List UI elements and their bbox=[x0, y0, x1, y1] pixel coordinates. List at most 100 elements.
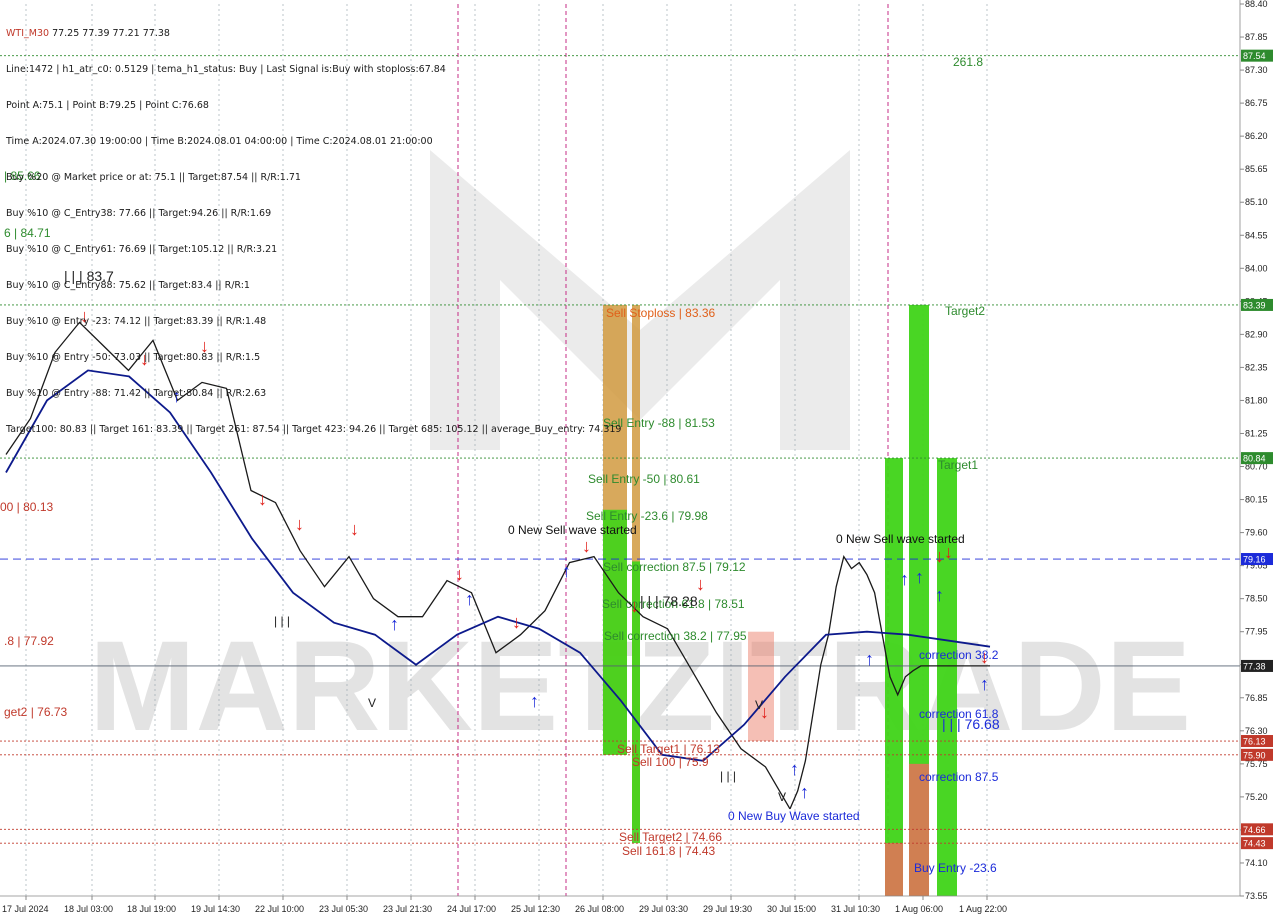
annotation-label: 0 New Sell wave started bbox=[508, 523, 637, 537]
annotation-label: Sell Entry -50 | 80.61 bbox=[588, 472, 700, 486]
buy-signal-arrow: ↑ bbox=[800, 782, 809, 802]
price-badge-label: 87.54 bbox=[1243, 51, 1266, 61]
price-badge-label: 74.43 bbox=[1243, 839, 1266, 849]
y-tick-label: 81.25 bbox=[1245, 428, 1268, 438]
x-tick-label: 1 Aug 06:00 bbox=[895, 904, 943, 914]
y-tick-label: 87.30 bbox=[1245, 65, 1268, 75]
annotation-label: Buy Entry -23.6 bbox=[914, 861, 997, 875]
x-tick-label: 19 Jul 14:30 bbox=[191, 904, 240, 914]
y-tick-label: 73.55 bbox=[1245, 891, 1268, 901]
y-tick-label: 82.35 bbox=[1245, 362, 1268, 372]
annotation-label: correction 87.5 bbox=[919, 770, 999, 784]
info-line: Point A:75.1 | Point B:79.25 | Point C:7… bbox=[6, 100, 209, 111]
sell-correction-zone bbox=[748, 631, 774, 742]
annotation-label: Sell Stoploss | 83.36 bbox=[606, 306, 716, 320]
y-tick-label: 88.40 bbox=[1245, 0, 1268, 9]
info-line: Line:1472 | h1_atr_c0: 0.5129 | tema_h1_… bbox=[6, 64, 446, 75]
x-tick-label: 18 Jul 03:00 bbox=[64, 904, 113, 914]
x-tick-label: 22 Jul 10:00 bbox=[255, 904, 304, 914]
sell-signal-arrow: ↓ bbox=[630, 596, 639, 616]
y-tick-label: 74.10 bbox=[1245, 858, 1268, 868]
y-tick-label: 87.85 bbox=[1245, 32, 1268, 42]
x-tick-label: 25 Jul 12:30 bbox=[511, 904, 560, 914]
y-tick-label: 79.60 bbox=[1245, 528, 1268, 538]
sell-signal-arrow: ↓ bbox=[258, 489, 267, 509]
annotation-label: 0 New Buy Wave started bbox=[728, 809, 860, 823]
sell-signal-arrow: ↓ bbox=[980, 647, 989, 667]
info-line: Buy %10 @ Entry -23: 74.12 || Target:83.… bbox=[6, 316, 267, 327]
y-tick-label: 86.20 bbox=[1245, 131, 1268, 141]
buy-signal-arrow: ↑ bbox=[900, 569, 909, 589]
info-line: Buy %10 @ C_Entry61: 76.69 || Target:105… bbox=[6, 244, 278, 255]
price-badge-label: 77.38 bbox=[1243, 661, 1266, 671]
info-line: Buy %10 @ Entry -88: 71.42 || Target:80.… bbox=[6, 388, 267, 399]
annotation-label: Sell correction 38.2 | 77.95 bbox=[604, 629, 747, 643]
x-tick-label: 23 Jul 21:30 bbox=[383, 904, 432, 914]
sell-signal-arrow: ↓ bbox=[455, 564, 464, 584]
annotation-label: .8 | 77.92 bbox=[4, 634, 54, 648]
symbol-header: WTI_M30 77.25 77.39 77.21 77.38 bbox=[6, 28, 621, 40]
y-tick-label: 85.10 bbox=[1245, 197, 1268, 207]
info-panel: WTI_M30 77.25 77.39 77.21 77.38 Line:147… bbox=[6, 4, 621, 448]
y-tick-label: 86.75 bbox=[1245, 98, 1268, 108]
y-tick-label: 76.30 bbox=[1245, 726, 1268, 736]
x-tick-label: 26 Jul 08:00 bbox=[575, 904, 624, 914]
buy-signal-arrow: ↑ bbox=[790, 759, 799, 779]
annotation-label: | | | bbox=[274, 614, 290, 628]
buy-signal-arrow: ↑ bbox=[465, 589, 474, 609]
y-tick-label: 78.50 bbox=[1245, 594, 1268, 604]
price-badge-label: 83.39 bbox=[1243, 300, 1266, 310]
buy-target-zone bbox=[885, 458, 903, 896]
x-tick-label: 30 Jul 15:00 bbox=[767, 904, 816, 914]
annotation-label: Sell Entry -23.6 | 79.98 bbox=[586, 509, 708, 523]
annotation-label: Sell 161.8 | 74.43 bbox=[622, 844, 716, 858]
annotation-label: V bbox=[778, 790, 786, 804]
sell-signal-arrow: ↓ bbox=[295, 514, 304, 534]
y-tick-label: 81.80 bbox=[1245, 395, 1268, 405]
y-tick-label: 80.15 bbox=[1245, 495, 1268, 505]
y-tick-label: 75.20 bbox=[1245, 792, 1268, 802]
info-line: Buy %10 @ C_Entry88: 75.62 || Target:83.… bbox=[6, 280, 250, 291]
buy-signal-arrow: ↑ bbox=[980, 674, 989, 694]
info-line: Target100: 80.83 || Target 161: 83.39 ||… bbox=[6, 424, 622, 435]
buy-signal-arrow: ↑ bbox=[390, 614, 399, 634]
price-badge-label: 79.16 bbox=[1243, 555, 1266, 565]
y-tick-label: 84.00 bbox=[1245, 263, 1268, 273]
annotation-label: get2 | 76.73 bbox=[4, 705, 67, 719]
info-line: Buy %10 @ Entry -50: 73.03 || Target:80.… bbox=[6, 352, 261, 363]
y-tick-label: 76.85 bbox=[1245, 693, 1268, 703]
buy-signal-arrow: ↑ bbox=[562, 561, 571, 581]
x-tick-label: 29 Jul 03:30 bbox=[639, 904, 688, 914]
x-tick-label: 31 Jul 10:30 bbox=[831, 904, 880, 914]
annotation-label: Sell Target1 | 76.13 bbox=[617, 742, 720, 756]
buy-signal-arrow: ↑ bbox=[865, 649, 874, 669]
info-line: Time A:2024.07.30 19:00:00 | Time B:2024… bbox=[6, 136, 433, 147]
annotation-label: Sell correction 87.5 | 79.12 bbox=[603, 560, 746, 574]
x-tick-label: 23 Jul 05:30 bbox=[319, 904, 368, 914]
price-badge-label: 74.66 bbox=[1243, 825, 1266, 835]
price-badge-label: 80.84 bbox=[1243, 454, 1266, 464]
annotation-label: Target2 bbox=[945, 304, 985, 318]
y-tick-label: 77.95 bbox=[1245, 627, 1268, 637]
info-line: Buy %20 @ Market price or at: 75.1 || Ta… bbox=[6, 172, 301, 183]
symbol-name: WTI_M30 bbox=[6, 28, 50, 39]
sell-signal-arrow: ↓ bbox=[582, 536, 591, 556]
annotation-label: | | | 78.28 bbox=[640, 593, 698, 609]
sell-signal-arrow: ↓ bbox=[935, 546, 944, 566]
price-badge-label: 76.13 bbox=[1243, 737, 1266, 747]
annotation-label: 261.8 bbox=[953, 55, 983, 69]
x-tick-label: 29 Jul 19:30 bbox=[703, 904, 752, 914]
x-tick-label: 24 Jul 17:00 bbox=[447, 904, 496, 914]
info-line: Buy %10 @ C_Entry38: 77.66 || Target:94.… bbox=[6, 208, 272, 219]
price-badge-label: 75.90 bbox=[1243, 750, 1266, 760]
sell-signal-arrow: ↓ bbox=[760, 702, 769, 722]
x-tick-label: 1 Aug 22:00 bbox=[959, 904, 1007, 914]
ohlc-values: 77.25 77.39 77.21 77.38 bbox=[52, 28, 170, 39]
buy-signal-arrow: ↑ bbox=[935, 585, 944, 605]
buy-signal-arrow: ↑ bbox=[915, 567, 924, 587]
x-tick-label: 17 Jul 2024 bbox=[2, 904, 49, 914]
annotation-label: Sell Target2 | 74.66 bbox=[619, 830, 722, 844]
y-tick-label: 84.55 bbox=[1245, 230, 1268, 240]
sell-signal-arrow: ↓ bbox=[696, 574, 705, 594]
sell-signal-arrow: ↓ bbox=[944, 542, 953, 562]
